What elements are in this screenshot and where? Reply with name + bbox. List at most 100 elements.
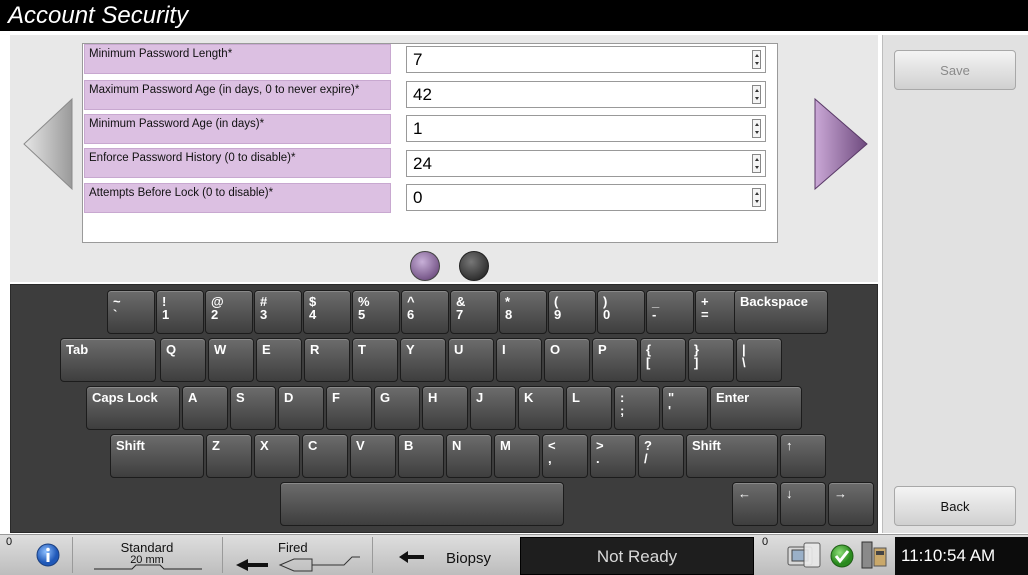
key-b[interactable]: B [398, 434, 444, 478]
previous-page-arrow-icon[interactable] [22, 97, 74, 191]
key-z[interactable]: Z [206, 434, 252, 478]
key-left-arrow[interactable]: ← [732, 482, 778, 526]
key-space[interactable] [280, 482, 564, 526]
key-colon[interactable]: :; [614, 386, 660, 430]
key-greaterthan[interactable]: >. [590, 434, 636, 478]
key-right-arrow[interactable]: → [828, 482, 874, 526]
key-sublabel: 7 [456, 307, 464, 322]
key-g[interactable]: G [374, 386, 420, 430]
spinner-icon[interactable] [752, 154, 761, 173]
key-up-arrow[interactable]: ↑ [780, 434, 826, 478]
check-status-icon[interactable] [829, 543, 855, 569]
key-u[interactable]: U [448, 338, 494, 382]
key-label: Tab [66, 342, 89, 357]
biopsy-button[interactable]: Biopsy [374, 536, 518, 575]
back-button[interactable]: Back [894, 486, 1016, 526]
key-shift[interactable]: Shift [110, 434, 204, 478]
key-asterisk[interactable]: * 8 [499, 290, 547, 334]
key-n[interactable]: N [446, 434, 492, 478]
key-i[interactable]: I [496, 338, 542, 382]
key-tilde[interactable]: ~ ` [107, 290, 155, 334]
save-button[interactable]: Save [894, 50, 1016, 90]
side-panel [882, 35, 1028, 533]
page-indicator[interactable] [459, 251, 489, 281]
key-sublabel: , [548, 451, 552, 466]
key-shift[interactable]: Shift [686, 434, 778, 478]
key-question[interactable]: ? / [638, 434, 684, 478]
attempts-before-lock-field[interactable]: 0 [406, 184, 766, 211]
key-c[interactable]: C [302, 434, 348, 478]
key-y[interactable]: Y [400, 338, 446, 382]
key-hash[interactable]: #3 [254, 290, 302, 334]
key-lparen[interactable]: (9 [548, 290, 596, 334]
key-h[interactable]: H [422, 386, 468, 430]
key-caret[interactable]: ^ 6 [401, 290, 449, 334]
key-quote[interactable]: " ' [662, 386, 708, 430]
key-r[interactable]: R [304, 338, 350, 382]
info-icon[interactable] [36, 543, 60, 567]
key-underscore[interactable]: _ - [646, 290, 694, 334]
setting-label-history: Enforce Password History (0 to disable)* [84, 148, 391, 178]
next-page-arrow-icon[interactable] [812, 97, 870, 191]
key-j[interactable]: J [470, 386, 516, 430]
key-k[interactable]: K [518, 386, 564, 430]
left-count: 0 [6, 536, 13, 548]
min-password-age-field[interactable]: 1 [406, 115, 766, 142]
key-label: B [404, 438, 414, 453]
key-label: Z [212, 438, 220, 453]
key-o[interactable]: O [544, 338, 590, 382]
max-password-age-field[interactable]: 42 [406, 81, 766, 108]
key-label: P [598, 342, 607, 357]
key-x[interactable]: X [254, 434, 300, 478]
min-password-length-field[interactable]: 7 [406, 46, 766, 73]
password-history-field[interactable]: 24 [406, 150, 766, 177]
key-pipe[interactable]: | \ [736, 338, 782, 382]
key-percent[interactable]: % 5 [352, 290, 400, 334]
page-indicator-current[interactable] [410, 251, 440, 281]
key-caps-lock[interactable]: Caps Lock [86, 386, 180, 430]
key-label: L [572, 390, 580, 405]
spinner-icon[interactable] [752, 85, 761, 104]
key-q[interactable]: Q [160, 338, 206, 382]
key-label: Shift [116, 438, 145, 453]
key-e[interactable]: E [256, 338, 302, 382]
key-ampersand[interactable]: & 7 [450, 290, 498, 334]
key-t[interactable]: T [352, 338, 398, 382]
paddle-icon [94, 564, 202, 570]
key-exclam[interactable]: ! 1 [156, 290, 204, 334]
key-s[interactable]: S [230, 386, 276, 430]
key-d[interactable]: D [278, 386, 324, 430]
key-rbrace[interactable]: }] [688, 338, 734, 382]
key-m[interactable]: M [494, 434, 540, 478]
key-backspace[interactable]: Backspace [734, 290, 828, 334]
key-sublabel: / [644, 451, 648, 466]
key-lessthan[interactable]: <, [542, 434, 588, 478]
key-sublabel: 9 [554, 307, 562, 322]
clock: 11:10:54 AM [895, 537, 1028, 575]
key-down-arrow[interactable]: ↓ [780, 482, 826, 526]
key-f[interactable]: F [326, 386, 372, 430]
field-value: 0 [413, 188, 423, 207]
key-dollar[interactable]: $4 [303, 290, 351, 334]
key-sublabel: 8 [505, 307, 513, 322]
setting-label-max-age: Maximum Password Age (in days, 0 to neve… [84, 80, 391, 110]
key-l[interactable]: L [566, 386, 612, 430]
system-status-icon[interactable] [858, 540, 892, 572]
key-at[interactable]: @2 [205, 290, 253, 334]
key-w[interactable]: W [208, 338, 254, 382]
key-enter[interactable]: Enter [710, 386, 802, 430]
key-lbrace[interactable]: {[ [640, 338, 686, 382]
output-devices-icon[interactable] [784, 541, 824, 571]
key-p[interactable]: P [592, 338, 638, 382]
key-label: ↓ [786, 486, 793, 501]
key-label: Caps Lock [92, 390, 158, 405]
key-label: S [236, 390, 245, 405]
key-tab[interactable]: Tab [60, 338, 156, 382]
key-rparen[interactable]: ) 0 [597, 290, 645, 334]
spinner-icon[interactable] [752, 50, 761, 69]
key-v[interactable]: V [350, 434, 396, 478]
spinner-icon[interactable] [752, 119, 761, 138]
paddle-indicator[interactable]: Standard 20 mm [74, 536, 220, 575]
key-a[interactable]: A [182, 386, 228, 430]
spinner-icon[interactable] [752, 188, 761, 207]
